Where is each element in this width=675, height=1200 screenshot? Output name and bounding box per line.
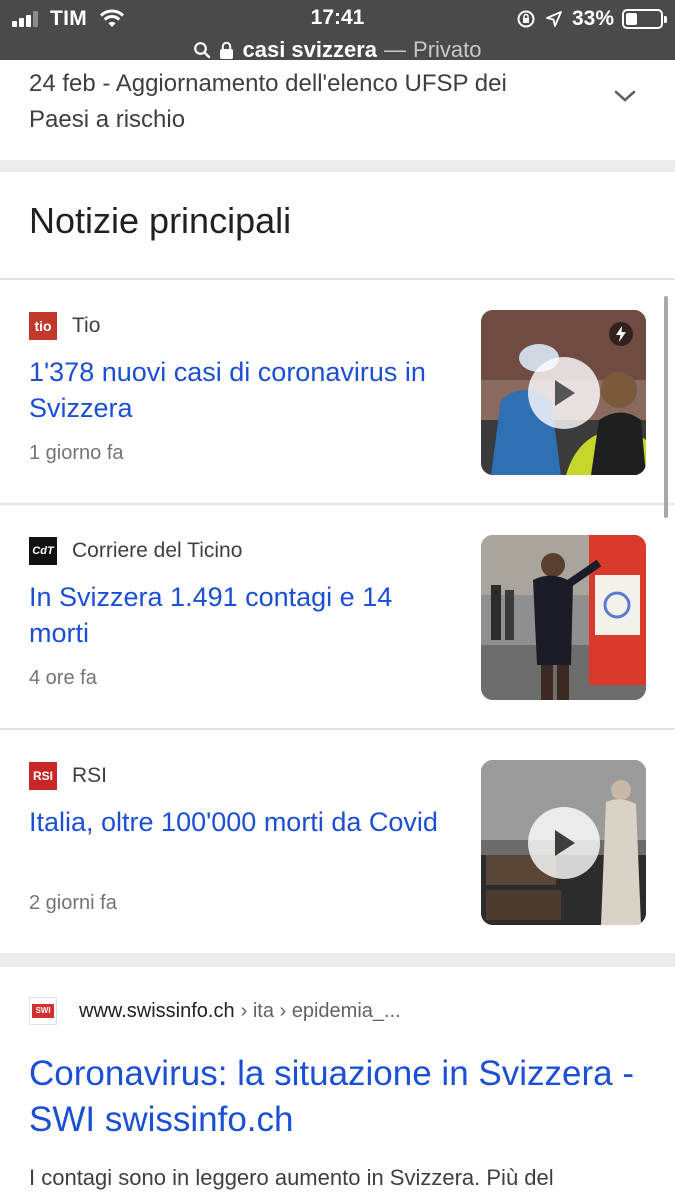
news-title-link[interactable]: In Svizzera 1.491 contagi e 14 morti (29, 579, 449, 651)
news-thumbnail[interactable] (481, 535, 646, 700)
result-url[interactable]: SWI www.swissinfo.ch › ita › epidemia_..… (29, 997, 401, 1025)
play-icon[interactable] (528, 807, 600, 879)
news-source[interactable]: CdT Corriere del Ticino (29, 537, 242, 565)
news-time: 4 ore fa (29, 667, 97, 689)
expandable-result-text: 24 feb - Aggiornamento dell'elenco UFSP … (29, 70, 507, 133)
result-domain: www.swissinfo.ch (79, 999, 235, 1022)
section-divider (0, 160, 675, 172)
rsi-logo-icon: RSI (29, 762, 57, 790)
section-title: Notizie principali (29, 200, 292, 241)
news-time: 1 giorno fa (29, 442, 124, 464)
location-icon (545, 10, 563, 28)
news-card[interactable]: RSI RSI Italia, oltre 100'000 morti da C… (0, 730, 675, 954)
orientation-lock-icon (516, 9, 536, 29)
search-result[interactable]: SWI www.swissinfo.ch › ita › epidemia_..… (0, 967, 675, 1200)
amp-lightning-icon (609, 322, 633, 346)
news-title-link[interactable]: Italia, oltre 100'000 morti da Covid (29, 804, 449, 840)
result-breadcrumb: › ita › epidemia_... (240, 999, 401, 1022)
news-source[interactable]: RSI RSI (29, 762, 107, 790)
news-source[interactable]: tio Tio (29, 312, 100, 340)
swissinfo-logo-icon: SWI (29, 997, 57, 1025)
section-divider (0, 953, 675, 967)
status-right: 33% (516, 6, 667, 32)
news-title-link[interactable]: 1'378 nuovi casi di coronavirus in Svizz… (29, 354, 449, 426)
battery-percent: 33% (571, 7, 614, 30)
news-thumbnail[interactable] (481, 760, 646, 925)
news-time: 2 giorni fa (29, 892, 117, 914)
news-card[interactable]: tio Tio 1'378 nuovi casi di coronavirus … (0, 280, 675, 504)
scrollbar[interactable] (664, 296, 668, 518)
search-icon (193, 41, 211, 59)
lock-icon (219, 41, 234, 60)
news-source-name: Corriere del Ticino (72, 539, 243, 562)
result-snippet: I contagi sono in leggero aumento in Svi… (29, 1165, 554, 1190)
news-source-name: Tio (72, 314, 101, 337)
play-icon[interactable] (528, 357, 600, 429)
corriere-del-ticino-logo-icon: CdT (29, 537, 57, 565)
news-source-name: RSI (72, 764, 108, 787)
result-title-link[interactable]: Coronavirus: la situazione in Svizzera -… (29, 1051, 659, 1143)
news-card[interactable]: CdT Corriere del Ticino In Svizzera 1.49… (0, 505, 675, 729)
battery-icon (622, 9, 667, 29)
tio-logo-icon: tio (29, 312, 57, 340)
chevron-down-icon[interactable] (613, 88, 637, 109)
expandable-result[interactable]: 24 feb - Aggiornamento dell'elenco UFSP … (0, 60, 675, 160)
news-thumbnail[interactable] (481, 310, 646, 475)
